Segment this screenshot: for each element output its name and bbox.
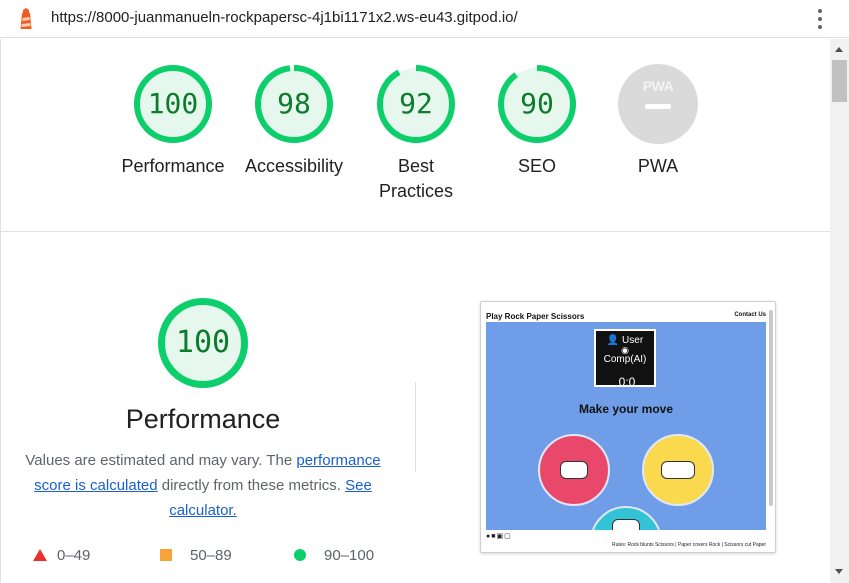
kebab-menu-icon[interactable] (812, 7, 828, 31)
gauge-label: SEO (517, 156, 556, 176)
gauge-label: Performance (121, 156, 225, 176)
thumb-header: Play Rock Paper Scissors Contact Us (486, 312, 766, 322)
legend-range: 90–100 (324, 546, 375, 564)
thumb-scissors-button (590, 506, 662, 530)
pwa-badge-text: PWA (642, 78, 674, 94)
page-url[interactable]: https://8000-juanmanueln-rockpapersc-4j1… (51, 9, 518, 26)
gauge-ring: 90 (497, 64, 577, 144)
thumb-paper-button (642, 434, 714, 506)
thumb-rules: Rules: Rock blunts Scissors | Paper cove… (611, 542, 766, 548)
section-divider (1, 231, 830, 232)
legend-average: 50–89 (160, 545, 232, 565)
legend-fail: 0–49 (33, 545, 90, 565)
gauge-seo[interactable]: 90 SEO (477, 64, 597, 179)
panel-edge (0, 39, 1, 583)
performance-title: Performance (125, 404, 281, 434)
fist-icon (560, 461, 588, 479)
score-value: 98 (277, 87, 311, 120)
square-icon (160, 549, 172, 561)
gauge-pwa[interactable]: PWA PWA (598, 64, 718, 179)
gauge-label: Best Practices (378, 156, 454, 201)
description-text: directly from these metrics. (157, 477, 346, 494)
thumb-score: 0:0 (618, 375, 636, 389)
pwa-dash (645, 104, 671, 109)
hand-icon (661, 461, 695, 479)
thumb-scoreboard: 👤 User ◉ Comp(AI) 0:0 (594, 329, 656, 389)
performance-gauge: 100 (157, 297, 249, 389)
scrollbar-thumb[interactable] (832, 60, 847, 102)
final-screenshot[interactable]: Play Rock Paper Scissors Contact Us 👤 Us… (480, 301, 776, 553)
legend-range: 50–89 (190, 546, 232, 564)
thumb-footer: ●■▣▢ Rules: Rock blunts Scissors | Paper… (486, 530, 766, 548)
score-value: 100 (147, 87, 199, 120)
gauge-label: PWA (637, 156, 679, 176)
circle-icon (294, 549, 306, 561)
gauge-label: Accessibility (244, 156, 344, 176)
thumb-scrollbar (769, 310, 773, 506)
gauge-ring: 100 (133, 64, 213, 144)
pwa-badge: PWA (618, 64, 698, 144)
score-value: 92 (399, 87, 433, 120)
gauge-ring: 92 (376, 64, 456, 144)
performance-score: 100 (175, 325, 231, 360)
gauge-best-practices[interactable]: 92 Best Practices (356, 64, 476, 204)
thumb-comp-label: Comp(AI) (603, 354, 647, 365)
performance-description: Values are estimated and may vary. The p… (18, 448, 388, 523)
thumb-rock-button (538, 434, 610, 506)
triangle-icon (33, 549, 47, 561)
legend-pass: 90–100 (294, 545, 374, 565)
gauge-ring: 98 (254, 64, 334, 144)
gauge-accessibility[interactable]: 98 Accessibility (234, 64, 354, 179)
thumb-game-area: 👤 User ◉ Comp(AI) 0:0 Make your move (486, 322, 766, 530)
thumb-contact-link: Contact Us (734, 312, 766, 318)
scroll-down-icon[interactable] (835, 569, 843, 574)
score-value: 90 (520, 87, 554, 120)
scrollbar[interactable] (830, 39, 849, 583)
scissors-icon (612, 519, 640, 530)
scroll-up-icon[interactable] (835, 47, 843, 52)
vertical-divider (415, 382, 416, 472)
thumb-move-prompt: Make your move (578, 402, 674, 416)
pwa-badge-icon: PWA (618, 64, 698, 144)
thumb-site-title: Play Rock Paper Scissors (486, 312, 585, 321)
lighthouse-icon (20, 8, 32, 29)
gauge-performance[interactable]: 100 Performance (113, 64, 233, 179)
description-text: Values are estimated and may vary. The (25, 452, 297, 469)
social-icons: ●■▣▢ (486, 533, 512, 540)
address-bar: https://8000-juanmanueln-rockpapersc-4j1… (0, 0, 849, 38)
legend-range: 0–49 (57, 546, 91, 564)
